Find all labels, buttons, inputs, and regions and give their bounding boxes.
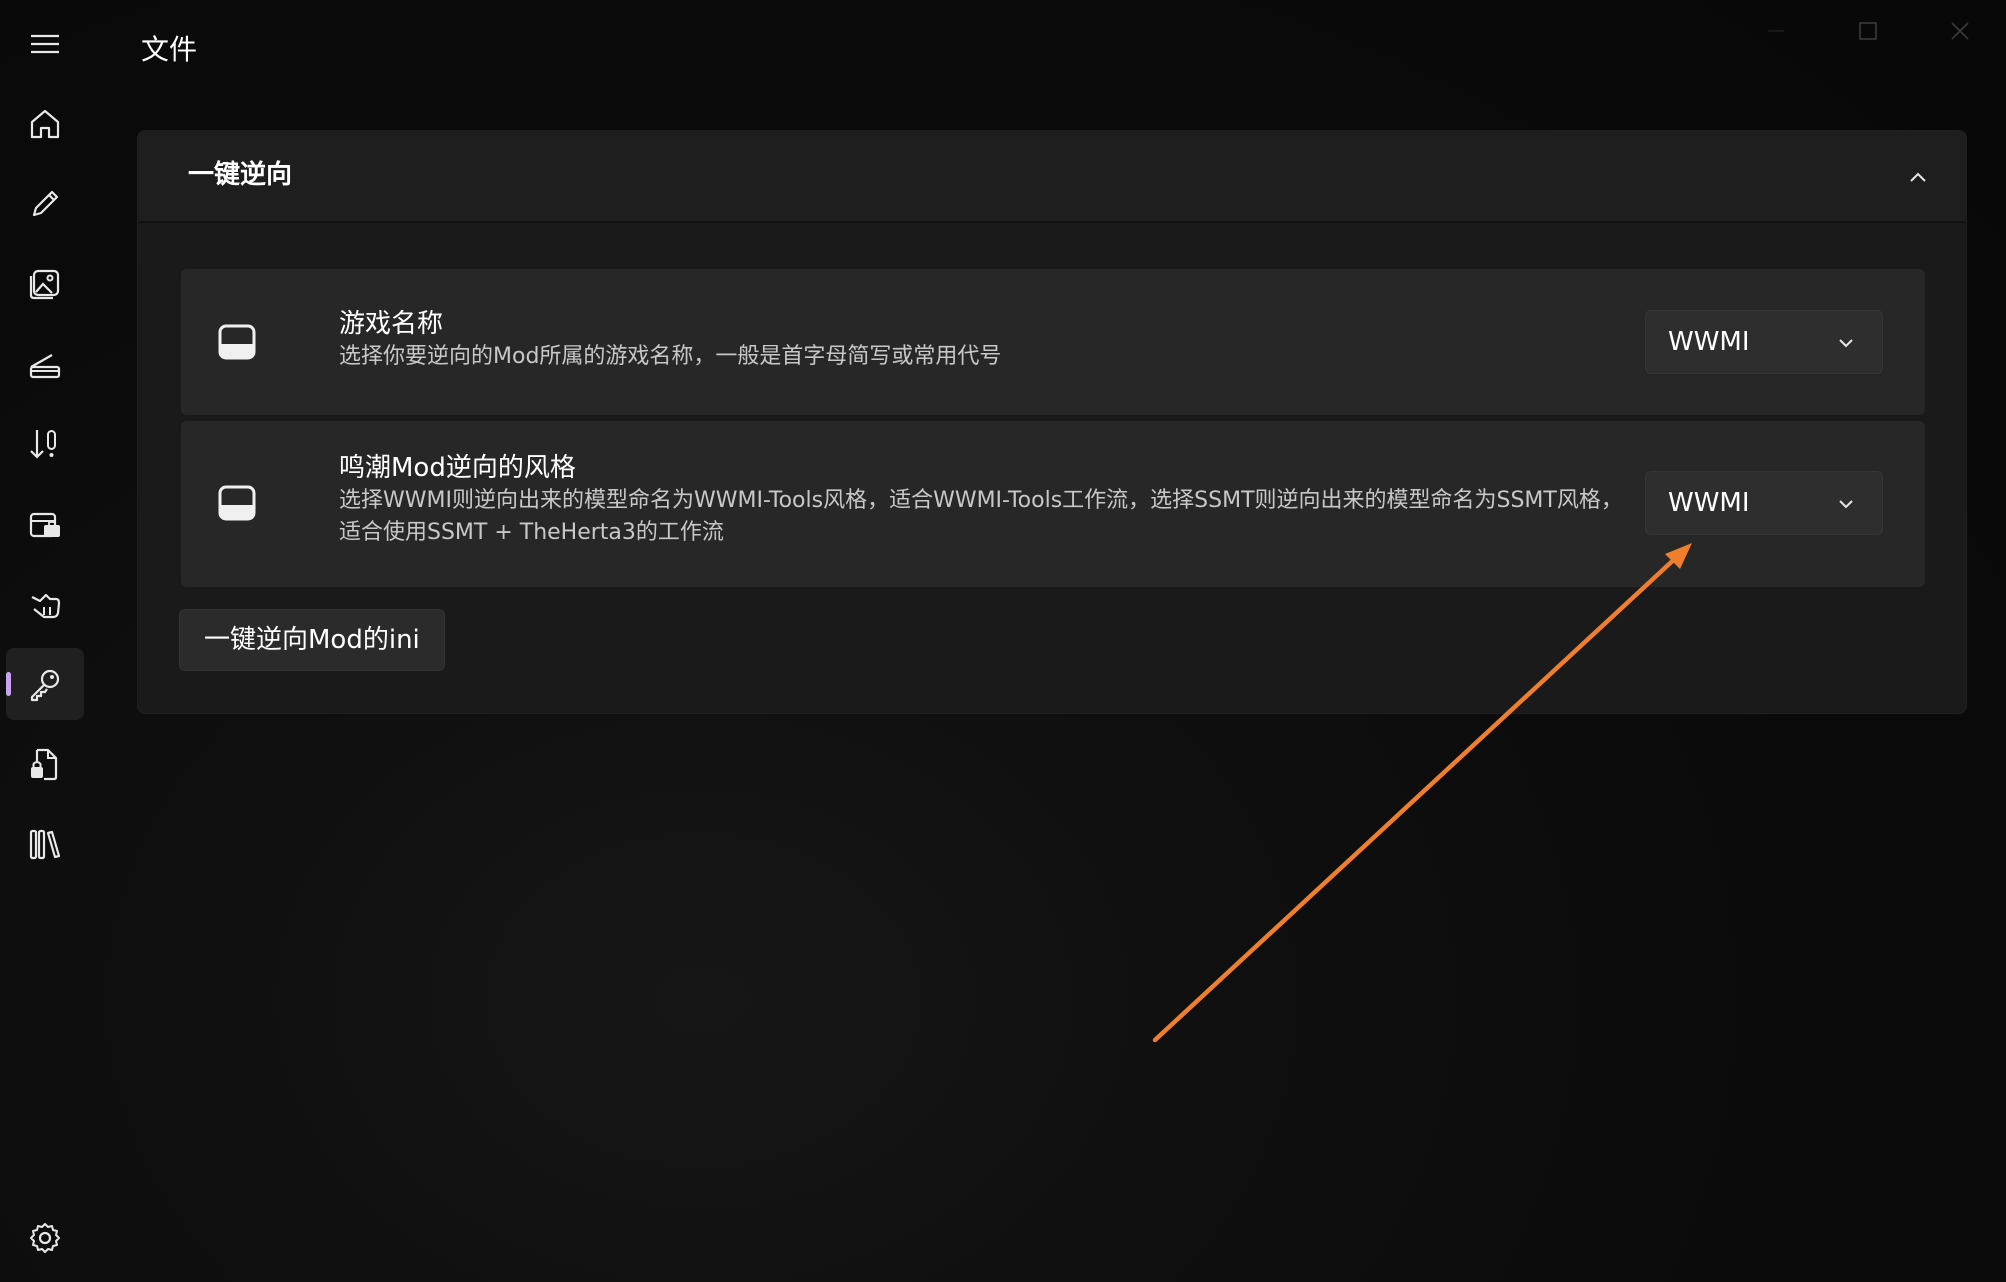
nav-item-encrypt[interactable] — [6, 728, 84, 800]
chevron-down-icon — [1839, 339, 1853, 348]
image-icon — [29, 269, 60, 300]
page-title: 文件 — [141, 33, 198, 66]
maximize-button[interactable] — [1822, 0, 1914, 62]
combo-value: WWMI — [1668, 327, 1750, 357]
gear-icon — [30, 1223, 60, 1253]
minimize-button[interactable] — [1730, 0, 1822, 62]
panel-bottom-icon — [218, 485, 256, 521]
sort-down-icon — [30, 430, 56, 459]
nav-item-interact[interactable] — [6, 568, 84, 640]
close-button[interactable] — [1914, 0, 2006, 62]
nav-item-scanner[interactable] — [6, 328, 84, 400]
reverse-mod-ini-button[interactable]: 一键逆向Mod的ini — [179, 609, 445, 671]
expander-title: 一键逆向 — [188, 160, 293, 190]
collapse-button[interactable] — [1900, 159, 1936, 195]
navigation-sidebar — [0, 0, 92, 1282]
nav-item-library[interactable] — [6, 808, 84, 880]
nav-item-images[interactable] — [6, 248, 84, 320]
app-window: 文件 一键逆向 游戏名称 选择你要逆向的Mod所属的游戏名称，一般是首字母简写或… — [0, 0, 2006, 1282]
nav-item-settings[interactable] — [6, 1202, 84, 1274]
menu-toggle-button[interactable] — [6, 8, 84, 80]
minimize-icon — [1768, 30, 1784, 32]
file-lock-icon — [31, 748, 58, 781]
nav-item-toolbox[interactable] — [6, 488, 84, 560]
chevron-up-icon — [1910, 172, 1926, 182]
library-icon — [29, 829, 61, 860]
setting-title: 鸣潮Mod逆向的风格 — [339, 453, 576, 483]
setting-description: 选择WWMI则逆向出来的模型命名为WWMI-Tools风格，适合WWMI-Too… — [339, 488, 1623, 545]
home-icon — [30, 109, 60, 139]
key-icon — [30, 669, 60, 702]
maximize-icon — [1859, 22, 1877, 40]
setting-card-game-name: 游戏名称 选择你要逆向的Mod所属的游戏名称，一般是首字母简写或常用代号 WWM… — [181, 269, 1925, 415]
reverse-expander: 一键逆向 游戏名称 选择你要逆向的Mod所属的游戏名称，一般是首字母简写或常用代… — [137, 130, 1967, 714]
cursor-hand-icon — [31, 593, 61, 619]
close-icon — [1951, 22, 1969, 40]
toolbox-icon — [29, 512, 60, 538]
setting-description: 选择你要逆向的Mod所属的游戏名称，一般是首字母简写或常用代号 — [339, 344, 1002, 369]
pencil-icon — [32, 190, 59, 217]
panel-bottom-icon — [218, 324, 256, 360]
chevron-down-icon — [1839, 500, 1853, 509]
game-name-combobox[interactable]: WWMI — [1645, 310, 1883, 374]
setting-title: 游戏名称 — [339, 309, 444, 339]
setting-card-reverse-style: 鸣潮Mod逆向的风格 选择WWMI则逆向出来的模型命名为WWMI-Tools风格… — [181, 421, 1925, 587]
expander-header[interactable]: 一键逆向 — [138, 131, 1966, 223]
reverse-style-combobox[interactable]: WWMI — [1645, 471, 1883, 535]
hamburger-menu-icon — [31, 34, 59, 54]
scanner-icon — [29, 354, 61, 379]
nav-item-sort[interactable] — [6, 408, 84, 480]
nav-item-edit[interactable] — [6, 168, 84, 240]
nav-item-reverse[interactable] — [6, 648, 84, 720]
nav-item-home[interactable] — [6, 88, 84, 160]
combo-value: WWMI — [1668, 488, 1750, 518]
